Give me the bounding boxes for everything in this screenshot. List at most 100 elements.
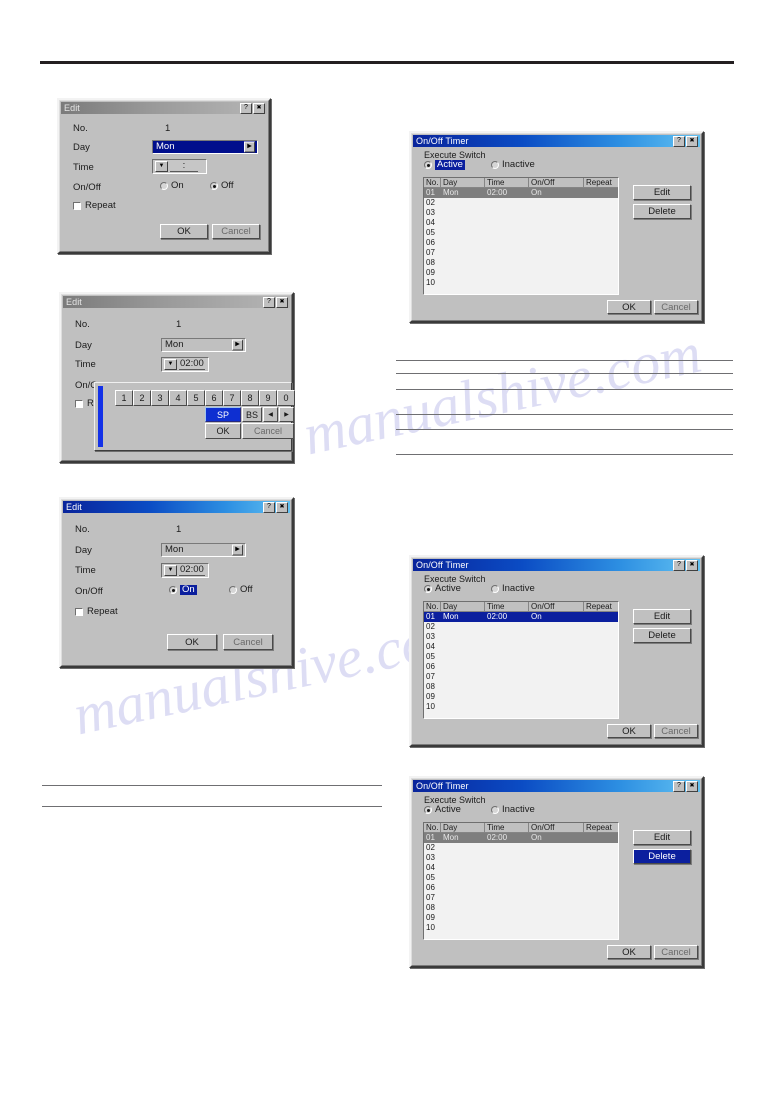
table-row[interactable]: 06 (424, 662, 618, 672)
keypad-ok-button[interactable]: OK (205, 423, 241, 439)
table-row[interactable]: 04 (424, 863, 618, 873)
edit-dialog-empty[interactable]: Edit ? ✖ No. 1 Day Mon ▶ Time ▼ : On/Off… (57, 98, 271, 254)
repeat-checkbox[interactable]: R (75, 399, 94, 409)
table-row[interactable]: 01 Mon 02:00 On (424, 188, 618, 198)
table-row[interactable]: 05 (424, 873, 618, 883)
cancel-button[interactable]: Cancel (654, 300, 698, 314)
day-dropdown[interactable]: Mon ▶ (152, 140, 258, 154)
numeric-keypad[interactable]: 1 2 3 4 5 6 7 8 9 0 SP BS ◀ ▶ OK Cancel (94, 382, 295, 451)
table-row[interactable]: 07 (424, 893, 618, 903)
table-row[interactable]: 09 (424, 913, 618, 923)
chevron-down-icon[interactable]: ▼ (164, 359, 177, 370)
time-combo[interactable]: ▼ 02:00 (161, 563, 209, 578)
titlebar[interactable]: Edit ? ✖ (63, 296, 290, 308)
delete-button[interactable]: Delete (633, 628, 691, 643)
radio-on[interactable]: On (160, 181, 184, 191)
cancel-button[interactable]: Cancel (654, 945, 698, 959)
keypad-cancel-button[interactable]: Cancel (242, 423, 294, 439)
titlebar[interactable]: Edit ? ✖ (61, 102, 267, 114)
key-9[interactable]: 9 (259, 390, 277, 406)
table-row[interactable]: 02 (424, 622, 618, 632)
timer-list[interactable]: No. Day Time On/Off Repeat 01 Mon 02:00 … (423, 601, 619, 719)
radio-off[interactable]: Off (229, 585, 253, 595)
key-arrow-left[interactable]: ◀ (263, 407, 278, 422)
radio-off[interactable]: Off (210, 181, 234, 191)
edit-button[interactable]: Edit (633, 830, 691, 845)
table-row[interactable]: 06 (424, 883, 618, 893)
table-row[interactable]: 10 (424, 702, 618, 712)
help-icon[interactable]: ? (673, 135, 685, 147)
help-icon[interactable]: ? (240, 102, 252, 114)
key-bs[interactable]: BS (242, 407, 262, 422)
radio-active[interactable]: Active (424, 160, 465, 170)
table-row[interactable]: 05 (424, 652, 618, 662)
table-row[interactable]: 03 (424, 632, 618, 642)
table-row[interactable]: 02 (424, 198, 618, 208)
onoff-timer-dialog-active[interactable]: On/Off Timer ? ✖ Execute Switch Active I… (409, 131, 704, 323)
key-4[interactable]: 4 (169, 390, 187, 406)
chevron-right-icon[interactable]: ▶ (232, 544, 243, 556)
help-icon[interactable]: ? (673, 559, 685, 571)
chevron-right-icon[interactable]: ▶ (244, 141, 255, 153)
table-row[interactable]: 08 (424, 682, 618, 692)
onoff-timer-dialog-delete[interactable]: On/Off Timer ? ✖ Execute Switch Active I… (409, 776, 704, 968)
key-5[interactable]: 5 (187, 390, 205, 406)
help-icon[interactable]: ? (263, 296, 275, 308)
repeat-checkbox[interactable]: Repeat (75, 607, 118, 617)
chevron-down-icon[interactable]: ▼ (155, 161, 168, 172)
key-sp[interactable]: SP (205, 407, 241, 422)
table-row[interactable]: 08 (424, 903, 618, 913)
key-6[interactable]: 6 (205, 390, 223, 406)
radio-active[interactable]: Active (424, 584, 461, 594)
table-row[interactable]: 03 (424, 853, 618, 863)
radio-inactive[interactable]: Inactive (491, 584, 535, 594)
table-row[interactable]: 10 (424, 278, 618, 288)
key-8[interactable]: 8 (241, 390, 259, 406)
close-icon[interactable]: ✖ (686, 135, 698, 147)
close-icon[interactable]: ✖ (686, 559, 698, 571)
chevron-right-icon[interactable]: ▶ (232, 339, 243, 351)
table-row[interactable]: 04 (424, 218, 618, 228)
close-icon[interactable]: ✖ (253, 102, 265, 114)
table-row[interactable]: 09 (424, 268, 618, 278)
help-icon[interactable]: ? (673, 780, 685, 792)
table-row[interactable]: 02 (424, 843, 618, 853)
edit-button[interactable]: Edit (633, 609, 691, 624)
key-1[interactable]: 1 (115, 390, 133, 406)
radio-inactive[interactable]: Inactive (491, 160, 535, 170)
ok-button[interactable]: OK (167, 634, 217, 650)
onoff-timer-dialog-rowselected[interactable]: On/Off Timer ? ✖ Execute Switch Active I… (409, 555, 704, 747)
day-dropdown[interactable]: Mon ▶ (161, 338, 246, 352)
key-2[interactable]: 2 (133, 390, 151, 406)
help-icon[interactable]: ? (263, 501, 275, 513)
timer-list[interactable]: No. Day Time On/Off Repeat 01 Mon 02:00 … (423, 177, 619, 295)
key-7[interactable]: 7 (223, 390, 241, 406)
table-row[interactable]: 09 (424, 692, 618, 702)
close-icon[interactable]: ✖ (686, 780, 698, 792)
table-row[interactable]: 10 (424, 923, 618, 933)
ok-button[interactable]: OK (607, 945, 651, 959)
table-row[interactable]: 06 (424, 238, 618, 248)
delete-button[interactable]: Delete (633, 204, 691, 219)
cancel-button[interactable]: Cancel (223, 634, 273, 650)
table-row[interactable]: 03 (424, 208, 618, 218)
close-icon[interactable]: ✖ (276, 296, 288, 308)
table-row[interactable]: 01 Mon 02:00 On (424, 833, 618, 843)
ok-button[interactable]: OK (607, 724, 651, 738)
table-row[interactable]: 07 (424, 672, 618, 682)
delete-button[interactable]: Delete (633, 849, 691, 864)
titlebar[interactable]: On/Off Timer ? ✖ (413, 780, 700, 792)
chevron-down-icon[interactable]: ▼ (164, 565, 177, 576)
edit-dialog-on[interactable]: Edit ? ✖ No. 1 Day Mon ▶ Time ▼ 02:00 On… (59, 497, 294, 668)
cancel-button[interactable]: Cancel (212, 224, 260, 239)
titlebar[interactable]: On/Off Timer ? ✖ (413, 135, 700, 147)
cancel-button[interactable]: Cancel (654, 724, 698, 738)
time-combo[interactable]: ▼ : (152, 159, 207, 174)
key-arrow-right[interactable]: ▶ (279, 407, 294, 422)
table-row[interactable]: 07 (424, 248, 618, 258)
radio-active[interactable]: Active (424, 805, 461, 815)
radio-on[interactable]: On (169, 585, 197, 595)
ok-button[interactable]: OK (160, 224, 208, 239)
edit-dialog-keypad[interactable]: Edit ? ✖ No. 1 Day Mon ▶ Time ▼ 02:00 On… (59, 292, 295, 463)
day-dropdown[interactable]: Mon ▶ (161, 543, 246, 557)
